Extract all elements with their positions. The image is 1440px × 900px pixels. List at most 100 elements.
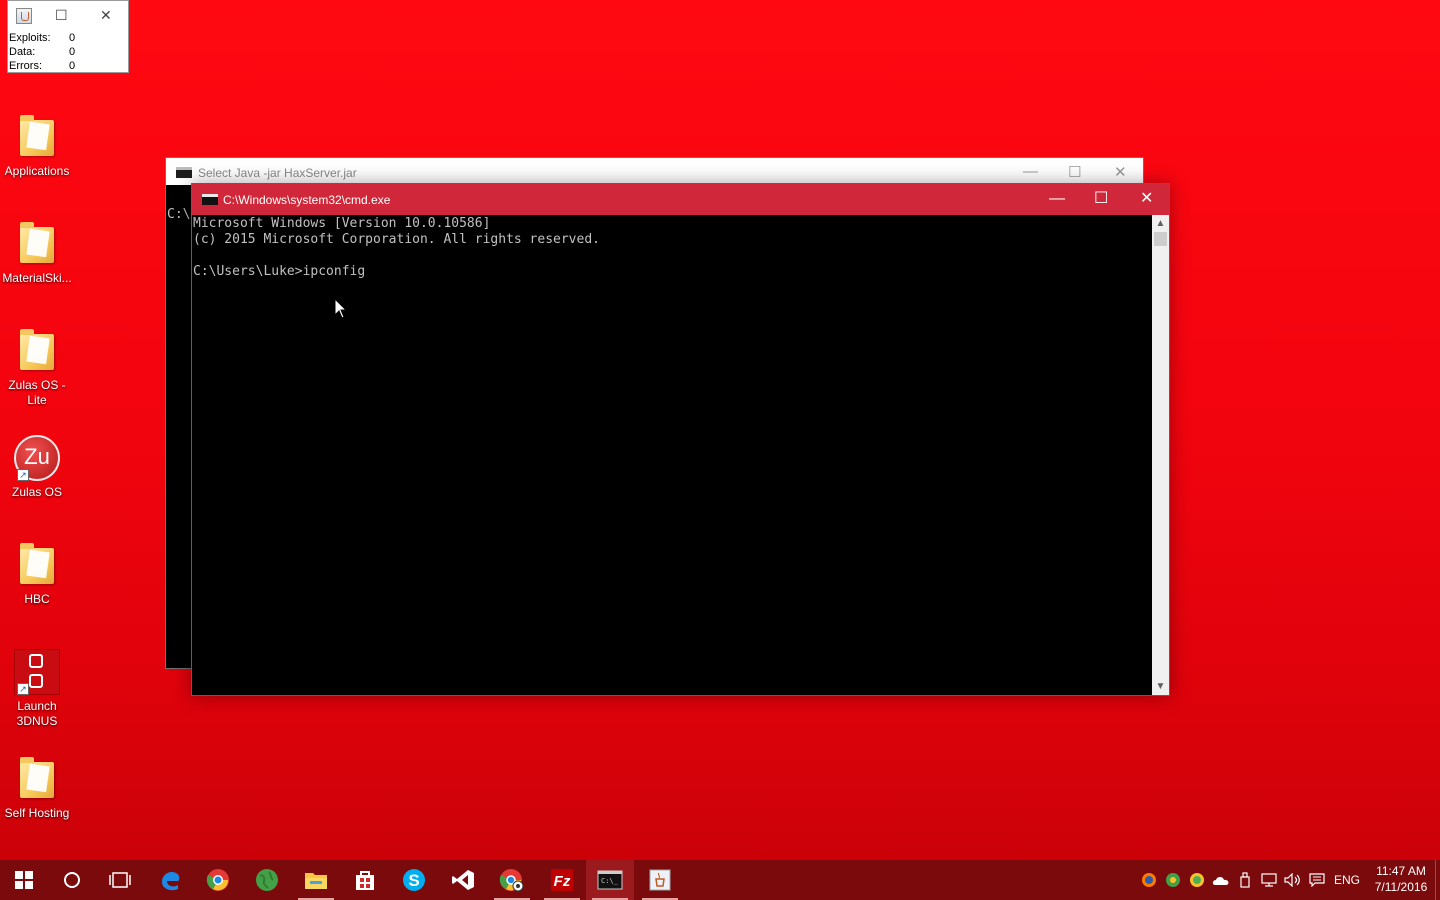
- tray-onedrive[interactable]: [1210, 860, 1232, 900]
- stats-label: Data:: [9, 46, 36, 58]
- desktop-icon-zulas-os[interactable]: Zu ↗ Zulas OS: [0, 435, 74, 500]
- stats-value: 0: [69, 32, 76, 44]
- stats-row-exploits: Exploits: 0: [8, 31, 128, 45]
- taskbar-file-explorer[interactable]: [292, 860, 340, 900]
- show-desktop-button[interactable]: [1435, 860, 1440, 900]
- taskbar-edge[interactable]: [146, 860, 194, 900]
- folder-icon: [20, 222, 54, 263]
- console-icon: [176, 167, 192, 178]
- chrome-icon: [206, 869, 229, 891]
- stats-row-data: Data: 0: [8, 45, 128, 59]
- onedrive-icon: [1212, 877, 1229, 885]
- stats-label: Exploits:: [9, 32, 51, 44]
- folder-icon: [20, 543, 54, 584]
- tray-firefox[interactable]: [1138, 860, 1160, 900]
- desktop-icon-label: Zulas OS - Lite: [8, 378, 66, 407]
- scroll-down-arrow-icon[interactable]: ▼: [1152, 678, 1169, 695]
- console-line: C:\Users\Luke>ipconfig: [193, 264, 366, 279]
- green-app-icon: [1190, 873, 1204, 887]
- svg-text:C:\_: C:\_: [601, 877, 619, 885]
- taskbar-chrome[interactable]: [194, 860, 242, 900]
- store-icon: [356, 871, 374, 890]
- desktop-icon-launch-3dnus[interactable]: ↗ Launch 3DNUS: [0, 649, 74, 729]
- java-window-titlebar[interactable]: Select Java -jar HaxServer.jar — ☐ ✕: [166, 158, 1143, 185]
- scrollbar-thumb[interactable]: [1154, 232, 1167, 246]
- chrome-profile-icon: [499, 869, 524, 892]
- cmd-window-titlebar[interactable]: C:\Windows\system32\cmd.exe — ☐ ✕: [192, 184, 1169, 215]
- stats-label: Errors:: [9, 60, 42, 72]
- desktop-icon-label: Zulas OS: [11, 485, 62, 499]
- cmd-icon: C:\_: [597, 870, 623, 890]
- folder-icon: [20, 757, 54, 798]
- start-button[interactable]: [0, 860, 48, 900]
- mouse-cursor-icon: [334, 298, 348, 319]
- stats-value: 0: [69, 46, 76, 58]
- close-button[interactable]: ✕: [100, 7, 112, 23]
- taskbar-skype[interactable]: S: [390, 860, 438, 900]
- taskbar: S Fz C:\_ ENG 11:47 AM 7/11/2016: [0, 860, 1440, 900]
- desktop-icon-zulas-os-lite[interactable]: Zulas OS - Lite: [0, 328, 74, 408]
- minimize-button[interactable]: —: [1023, 163, 1038, 180]
- usb-icon: [1240, 872, 1250, 888]
- tray-language[interactable]: ENG: [1330, 860, 1364, 900]
- stats-row-errors: Errors: 0: [8, 59, 128, 73]
- clock-time: 11:47 AM: [1376, 864, 1426, 878]
- java-app-icon: [16, 8, 32, 24]
- taskbar-store[interactable]: [341, 860, 389, 900]
- tray-app-green[interactable]: [1186, 860, 1208, 900]
- close-button[interactable]: ✕: [1140, 190, 1153, 208]
- task-view-icon: [109, 872, 131, 888]
- svg-text:S: S: [408, 871, 419, 890]
- shortcut-arrow-icon: ↗: [17, 683, 29, 695]
- task-view-button[interactable]: [96, 860, 144, 900]
- cmd-window[interactable]: C:\Windows\system32\cmd.exe — ☐ ✕ Micros…: [191, 183, 1170, 696]
- network-icon: [1261, 873, 1277, 887]
- shortcut-arrow-icon: ↗: [17, 469, 29, 481]
- desktop-icon-label: Applications: [4, 164, 70, 178]
- desktop-icon-self-hosting[interactable]: Self Hosting: [0, 756, 74, 821]
- tray-action-center[interactable]: [1306, 860, 1328, 900]
- scroll-up-arrow-icon[interactable]: ▲: [1152, 215, 1169, 232]
- window-title: Select Java -jar HaxServer.jar: [198, 166, 357, 180]
- edge-icon: [162, 872, 180, 891]
- console-line: Microsoft Windows [Version 10.0.10586]: [193, 216, 491, 231]
- vertical-scrollbar[interactable]: ▲ ▼: [1152, 215, 1169, 695]
- maximize-button[interactable]: ☐: [1094, 190, 1108, 208]
- close-button[interactable]: ✕: [1114, 163, 1127, 181]
- tray-chrome[interactable]: [1162, 860, 1184, 900]
- taskbar-globe-app[interactable]: [243, 860, 291, 900]
- taskbar-chrome-profile[interactable]: [488, 860, 536, 900]
- tray-network[interactable]: [1258, 860, 1280, 900]
- maximize-button[interactable]: ☐: [55, 7, 68, 23]
- taskbar-java[interactable]: [636, 860, 684, 900]
- minimize-button[interactable]: —: [1049, 190, 1065, 208]
- visual-studio-icon: [452, 870, 474, 890]
- tray-usb[interactable]: [1234, 860, 1256, 900]
- chrome-icon: [1166, 873, 1180, 887]
- taskbar-clock[interactable]: 11:47 AM 7/11/2016: [1366, 863, 1436, 895]
- globe-app-icon: [256, 869, 278, 891]
- firefox-icon: [1142, 873, 1156, 887]
- folder-icon: [20, 115, 54, 156]
- svg-text:Fz: Fz: [554, 873, 571, 890]
- action-center-icon: [1309, 873, 1325, 887]
- desktop-icon-label: MaterialSki...: [2, 271, 72, 285]
- desktop-icon-hbc[interactable]: HBC: [0, 542, 74, 607]
- tray-volume[interactable]: [1282, 860, 1304, 900]
- taskbar-visual-studio[interactable]: [439, 860, 487, 900]
- skype-icon: S: [403, 869, 425, 891]
- desktop-icon-materialskin[interactable]: MaterialSki...: [0, 221, 74, 286]
- cmd-icon: [202, 194, 218, 205]
- folder-icon: [20, 329, 54, 370]
- maximize-button[interactable]: ☐: [1068, 163, 1081, 181]
- desktop-icon-label: HBC: [24, 592, 50, 606]
- stats-titlebar[interactable]: ☐ ✕: [8, 1, 128, 31]
- stats-window: ☐ ✕ Exploits: 0 Data: 0 Errors: 0: [7, 0, 129, 73]
- console-line: (c) 2015 Microsoft Corporation. All righ…: [193, 232, 600, 247]
- window-title: C:\Windows\system32\cmd.exe: [223, 193, 391, 207]
- taskbar-cmd[interactable]: C:\_: [586, 860, 634, 900]
- console-output[interactable]: Microsoft Windows [Version 10.0.10586] (c…: [192, 215, 1152, 695]
- desktop-icon-applications[interactable]: Applications: [0, 114, 74, 179]
- cortana-button[interactable]: [48, 860, 96, 900]
- taskbar-filezilla[interactable]: Fz: [538, 860, 586, 900]
